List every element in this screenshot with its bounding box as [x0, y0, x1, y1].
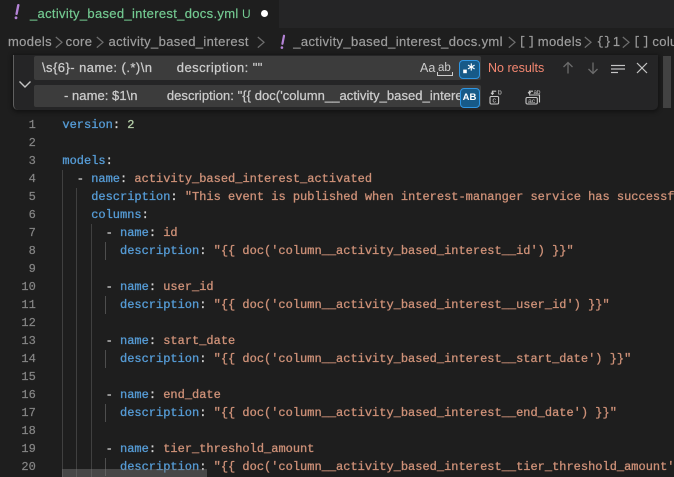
svg-text:b: b [497, 90, 501, 96]
svg-text:ac: ac [528, 97, 536, 104]
svg-text:c: c [492, 95, 496, 104]
svg-text:ab: ab [533, 90, 540, 96]
